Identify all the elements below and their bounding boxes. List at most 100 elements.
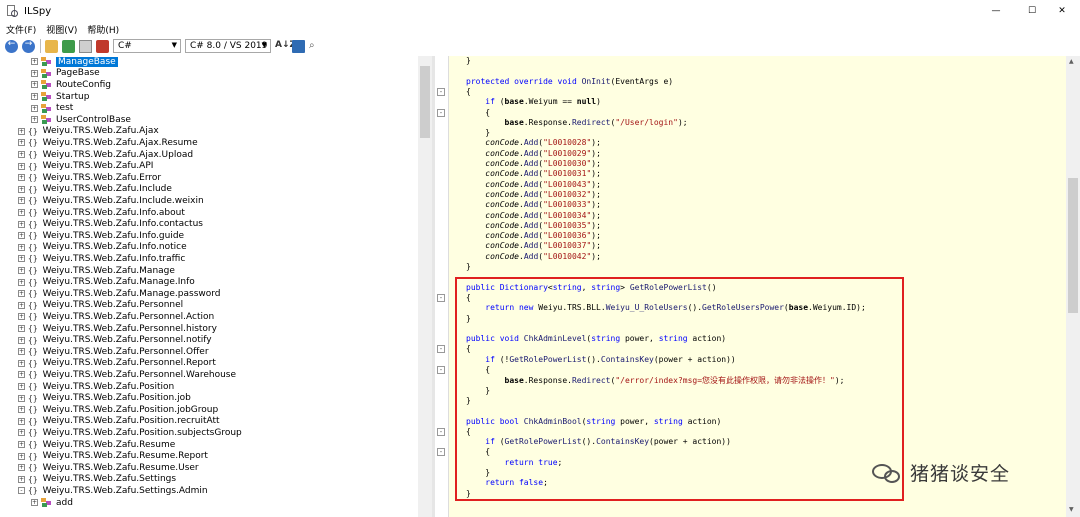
expand-toggle-icon[interactable]: +	[18, 336, 25, 344]
tree-item-ns-24[interactable]: +{} Weiyu.TRS.Web.Zafu.Position.jobGroup	[18, 404, 218, 416]
tree-item-ns-30[interactable]: +{} Weiyu.TRS.Web.Zafu.Settings	[18, 474, 176, 486]
expand-toggle-icon[interactable]: +	[18, 417, 25, 425]
tree-item-ns-7[interactable]: +{} Weiyu.TRS.Web.Zafu.Info.about	[18, 207, 185, 219]
code-scroll-thumb[interactable]	[1068, 178, 1078, 313]
tree-item-ns-31[interactable]: -{} Weiyu.TRS.Web.Zafu.Settings.Admin	[18, 485, 208, 497]
menu-help[interactable]: 帮助(H)	[87, 23, 119, 36]
tree-item-class-4[interactable]: + test	[31, 102, 73, 114]
expand-toggle-icon[interactable]: +	[18, 162, 25, 170]
tree-item-ns-28[interactable]: +{} Weiyu.TRS.Web.Zafu.Resume.Report	[18, 450, 208, 462]
expand-toggle-icon[interactable]: +	[18, 243, 25, 251]
forward-arrow-icon[interactable]	[22, 39, 35, 53]
back-arrow-icon[interactable]	[5, 39, 18, 53]
expand-toggle-icon[interactable]: +	[18, 151, 25, 159]
expand-toggle-icon[interactable]: +	[18, 267, 25, 275]
tree-item-ns-25[interactable]: +{} Weiyu.TRS.Web.Zafu.Position.recruitAt…	[18, 416, 220, 428]
expand-toggle-icon[interactable]: +	[18, 325, 25, 333]
expand-toggle-icon[interactable]: +	[18, 394, 25, 402]
version-select[interactable]: C# 8.0 / VS 2019 ▼	[185, 39, 271, 53]
fold-toggle-icon[interactable]: -	[437, 293, 445, 302]
tree-item-ns-21[interactable]: +{} Weiyu.TRS.Web.Zafu.Personnel.Warehous…	[18, 369, 236, 381]
tree-item-class-0[interactable]: + ManageBase	[31, 56, 118, 68]
tree-item-ns-23[interactable]: +{} Weiyu.TRS.Web.Zafu.Position.job	[18, 392, 191, 404]
expand-toggle-icon[interactable]: +	[18, 441, 25, 449]
expand-toggle-icon[interactable]: +	[18, 209, 25, 217]
search-icon[interactable]: ⌕	[309, 40, 322, 53]
expand-toggle-icon[interactable]: +	[18, 290, 25, 298]
expand-toggle-icon[interactable]: +	[31, 58, 38, 66]
expand-toggle-icon[interactable]: +	[31, 81, 38, 89]
menu-file[interactable]: 文件(F)	[6, 23, 36, 36]
open-file-icon[interactable]	[45, 39, 58, 53]
tree-item-ns-10[interactable]: +{} Weiyu.TRS.Web.Zafu.Info.notice	[18, 242, 187, 254]
fold-toggle-icon[interactable]: -	[437, 427, 445, 436]
minimize-button[interactable]: —	[978, 0, 1014, 22]
tree-item-ns-29[interactable]: +{} Weiyu.TRS.Web.Zafu.Resume.User	[18, 462, 199, 474]
tree-item-ns-8[interactable]: +{} Weiyu.TRS.Web.Zafu.Info.contactus	[18, 218, 203, 230]
expand-toggle-icon[interactable]: +	[18, 255, 25, 263]
sort-alpha-icon[interactable]: A↓Z	[275, 40, 296, 53]
tree-item-ns-3[interactable]: +{} Weiyu.TRS.Web.Zafu.API	[18, 160, 153, 172]
tree-item-ns-17[interactable]: +{} Weiyu.TRS.Web.Zafu.Personnel.history	[18, 323, 217, 335]
tree-item-ns-9[interactable]: +{} Weiyu.TRS.Web.Zafu.Info.guide	[18, 230, 184, 242]
expand-toggle-icon[interactable]: +	[18, 301, 25, 309]
close-button[interactable]: ✕	[1044, 0, 1080, 22]
tree-item-ns-18[interactable]: +{} Weiyu.TRS.Web.Zafu.Personnel.notify	[18, 334, 212, 346]
expand-toggle-icon[interactable]: +	[18, 464, 25, 472]
tree-item-ns-4[interactable]: +{} Weiyu.TRS.Web.Zafu.Error	[18, 172, 161, 184]
tree-item-ns-1[interactable]: +{} Weiyu.TRS.Web.Zafu.Ajax.Resume	[18, 137, 198, 149]
tree-item-ns-11[interactable]: +{} Weiyu.TRS.Web.Zafu.Info.traffic	[18, 253, 185, 265]
expand-toggle-icon[interactable]: +	[18, 359, 25, 367]
expand-toggle-icon[interactable]: +	[18, 371, 25, 379]
tree-item-ns-0[interactable]: +{} Weiyu.TRS.Web.Zafu.Ajax	[18, 126, 159, 138]
tree-item-class-3[interactable]: + Startup	[31, 91, 89, 103]
book-icon[interactable]	[292, 39, 305, 53]
resources-icon[interactable]	[96, 39, 109, 53]
scroll-up-icon[interactable]: ▲	[1069, 58, 1074, 65]
tree-item-class-5[interactable]: + UserControlBase	[31, 114, 131, 126]
tree-item-ns-19[interactable]: +{} Weiyu.TRS.Web.Zafu.Personnel.Offer	[18, 346, 209, 358]
fold-toggle-icon[interactable]: -	[437, 345, 445, 354]
fold-toggle-icon[interactable]: -	[437, 366, 445, 374]
fold-toggle-icon[interactable]: -	[437, 108, 445, 117]
expand-toggle-icon[interactable]: +	[18, 127, 25, 135]
expand-toggle-icon[interactable]: +	[18, 475, 25, 483]
tree-item-class-2[interactable]: + RouteConfig	[31, 79, 111, 91]
scroll-down-icon[interactable]: ▼	[1069, 506, 1074, 513]
code-scrollbar[interactable]: ▲ ▼	[1066, 56, 1080, 517]
fold-toggle-icon[interactable]: -	[437, 448, 445, 457]
expand-toggle-icon[interactable]: +	[18, 220, 25, 228]
tree-item-ns-14[interactable]: +{} Weiyu.TRS.Web.Zafu.Manage.password	[18, 288, 221, 300]
expand-toggle-icon[interactable]: +	[31, 104, 38, 112]
tree-item-ns-6[interactable]: +{} Weiyu.TRS.Web.Zafu.Include.weixin	[18, 195, 204, 207]
tree-scroll-thumb[interactable]	[420, 66, 430, 138]
tree-item-ns-22[interactable]: +{} Weiyu.TRS.Web.Zafu.Position	[18, 381, 174, 393]
fold-toggle-icon[interactable]: -	[437, 87, 445, 96]
expand-toggle-icon[interactable]: +	[31, 499, 38, 507]
tree-item-ns-5[interactable]: +{} Weiyu.TRS.Web.Zafu.Include	[18, 184, 172, 196]
expand-toggle-icon[interactable]: +	[18, 185, 25, 193]
tree-item-ns-12[interactable]: +{} Weiyu.TRS.Web.Zafu.Manage	[18, 265, 175, 277]
menu-view[interactable]: 视图(V)	[46, 23, 77, 36]
expand-toggle-icon[interactable]: +	[31, 116, 38, 124]
expand-toggle-icon[interactable]: +	[18, 197, 25, 205]
tree-scrollbar[interactable]	[418, 56, 432, 517]
show-tree-icon[interactable]	[79, 39, 92, 53]
expand-toggle-icon[interactable]: +	[18, 452, 25, 460]
expand-toggle-icon[interactable]: +	[18, 232, 25, 240]
tree-item-ns-2[interactable]: +{} Weiyu.TRS.Web.Zafu.Ajax.Upload	[18, 149, 193, 161]
expand-toggle-icon[interactable]: +	[18, 429, 25, 437]
tree-item-ns-16[interactable]: +{} Weiyu.TRS.Web.Zafu.Personnel.Action	[18, 311, 214, 323]
reload-icon[interactable]	[62, 39, 75, 53]
expand-toggle-icon[interactable]: +	[18, 313, 25, 321]
expand-toggle-icon[interactable]: +	[18, 383, 25, 391]
tree-item-ns-13[interactable]: +{} Weiyu.TRS.Web.Zafu.Manage.Info	[18, 276, 195, 288]
language-select[interactable]: C# ▼	[113, 39, 181, 53]
expand-toggle-icon[interactable]: +	[31, 69, 38, 77]
collapse-toggle-icon[interactable]: -	[18, 487, 25, 495]
expand-toggle-icon[interactable]: +	[31, 93, 38, 101]
expand-toggle-icon[interactable]: +	[18, 278, 25, 286]
expand-toggle-icon[interactable]: +	[18, 348, 25, 356]
tree-item-ns-20[interactable]: +{} Weiyu.TRS.Web.Zafu.Personnel.Report	[18, 358, 216, 370]
tree-item-class-1[interactable]: + PageBase	[31, 68, 100, 80]
